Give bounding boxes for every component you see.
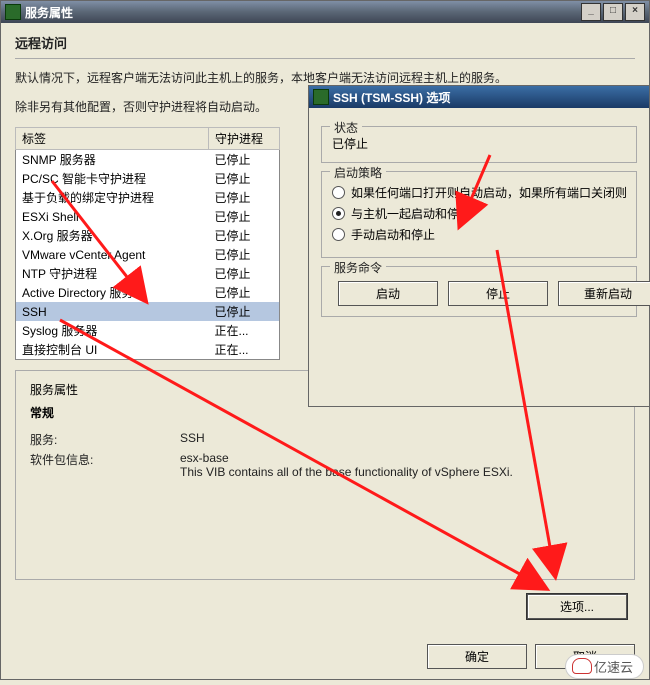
row-daemon: 已停止 <box>209 207 280 226</box>
props-legend: 服务属性 <box>30 383 78 397</box>
radio-icon <box>332 228 345 241</box>
row-label: SNMP 服务器 <box>16 150 209 170</box>
col-label[interactable]: 标签 <box>16 128 209 150</box>
row-daemon: 已停止 <box>209 245 280 264</box>
table-row[interactable]: 直接控制台 UI正在... <box>16 340 280 360</box>
service-key: 服务: <box>30 431 180 448</box>
cmds-legend: 服务命令 <box>330 259 386 276</box>
restart-button[interactable]: 重新启动 <box>558 281 650 306</box>
row-label: ESXi Shell <box>16 207 209 226</box>
status-group: 状态 已停止 <box>321 126 637 163</box>
row-label: SSH <box>16 302 209 321</box>
table-row[interactable]: ESXi Shell已停止 <box>16 207 280 226</box>
row-label: 直接控制台 UI <box>16 340 209 360</box>
row-daemon: 正在... <box>209 321 280 340</box>
maximize-button[interactable]: □ <box>603 3 623 21</box>
row-label: VMware vCenter Agent <box>16 245 209 264</box>
table-row[interactable]: NTP 守护进程已停止 <box>16 264 280 283</box>
row-label: Syslog 服务器 <box>16 321 209 340</box>
app-icon <box>5 4 21 20</box>
services-list[interactable]: 标签 守护进程 SNMP 服务器已停止PC/SC 智能卡守护进程已停止基于负载的… <box>15 127 280 360</box>
table-row[interactable]: X.Org 服务器已停止 <box>16 226 280 245</box>
ok-button[interactable]: 确定 <box>427 644 527 669</box>
row-daemon: 已停止 <box>209 226 280 245</box>
table-row[interactable]: 基于负载的绑定守护进程已停止 <box>16 188 280 207</box>
options-button[interactable]: 选项... <box>527 594 627 619</box>
table-row[interactable]: SNMP 服务器已停止 <box>16 150 280 170</box>
status-value: 已停止 <box>332 135 626 152</box>
close-button[interactable]: × <box>625 3 645 21</box>
table-row[interactable]: VMware vCenter Agent已停止 <box>16 245 280 264</box>
row-label: NTP 守护进程 <box>16 264 209 283</box>
status-legend: 状态 <box>330 119 362 136</box>
row-daemon: 已停止 <box>209 302 280 321</box>
row-daemon: 已停止 <box>209 188 280 207</box>
section-title: 远程访问 <box>15 33 635 52</box>
row-daemon: 已停止 <box>209 264 280 283</box>
child-titlebar[interactable]: SSH (TSM-SSH) 选项 <box>309 86 649 108</box>
start-button[interactable]: 启动 <box>338 281 438 306</box>
row-daemon: 已停止 <box>209 283 280 302</box>
child-window-title: SSH (TSM-SSH) 选项 <box>333 89 450 106</box>
table-row[interactable]: SSH已停止 <box>16 302 280 321</box>
policy-3-label: 手动启动和停止 <box>351 226 435 243</box>
service-value: SSH <box>180 431 205 448</box>
row-label: Active Directory 服务 <box>16 283 209 302</box>
policy-option-1[interactable]: 如果任何端口打开则自动启动，如果所有端口关闭则停止 <box>332 184 626 201</box>
minimize-button[interactable]: _ <box>581 3 601 21</box>
service-commands-group: 服务命令 启动 停止 重新启动 <box>321 266 637 317</box>
ssh-options-dialog: SSH (TSM-SSH) 选项 状态 已停止 启动策略 如果任何端口打开则自动… <box>308 85 650 407</box>
radio-icon <box>332 186 345 199</box>
radio-icon <box>332 207 345 220</box>
row-daemon: 已停止 <box>209 150 280 170</box>
row-daemon: 正在... <box>209 340 280 360</box>
row-label: PC/SC 智能卡守护进程 <box>16 169 209 188</box>
window-title: 服务属性 <box>25 4 73 21</box>
startup-policy-group: 启动策略 如果任何端口打开则自动启动，如果所有端口关闭则停止 与主机一起启动和停… <box>321 171 637 258</box>
row-label: X.Org 服务器 <box>16 226 209 245</box>
row-daemon: 已停止 <box>209 169 280 188</box>
row-label: 基于负载的绑定守护进程 <box>16 188 209 207</box>
package-key: 软件包信息: <box>30 451 180 479</box>
col-daemon[interactable]: 守护进程 <box>209 128 280 150</box>
policy-2-label: 与主机一起启动和停止 <box>351 205 471 222</box>
titlebar[interactable]: 服务属性 _ □ × <box>1 1 649 23</box>
policy-1-label: 如果任何端口打开则自动启动，如果所有端口关闭则停止 <box>351 184 626 201</box>
policy-option-2[interactable]: 与主机一起启动和停止 <box>332 205 626 222</box>
package-value-1: esx-base <box>180 451 513 465</box>
table-row[interactable]: Syslog 服务器正在... <box>16 321 280 340</box>
policy-legend: 启动策略 <box>330 164 386 181</box>
stop-button[interactable]: 停止 <box>448 281 548 306</box>
policy-option-3[interactable]: 手动启动和停止 <box>332 226 626 243</box>
watermark: 亿速云 <box>565 654 644 679</box>
table-row[interactable]: Active Directory 服务已停止 <box>16 283 280 302</box>
app-icon <box>313 89 329 105</box>
package-value-2: This VIB contains all of the base functi… <box>180 465 513 479</box>
description-line-1: 默认情况下，远程客户端无法访问此主机上的服务，本地客户端无法访问远程主机上的服务… <box>15 69 635 86</box>
table-row[interactable]: PC/SC 智能卡守护进程已停止 <box>16 169 280 188</box>
